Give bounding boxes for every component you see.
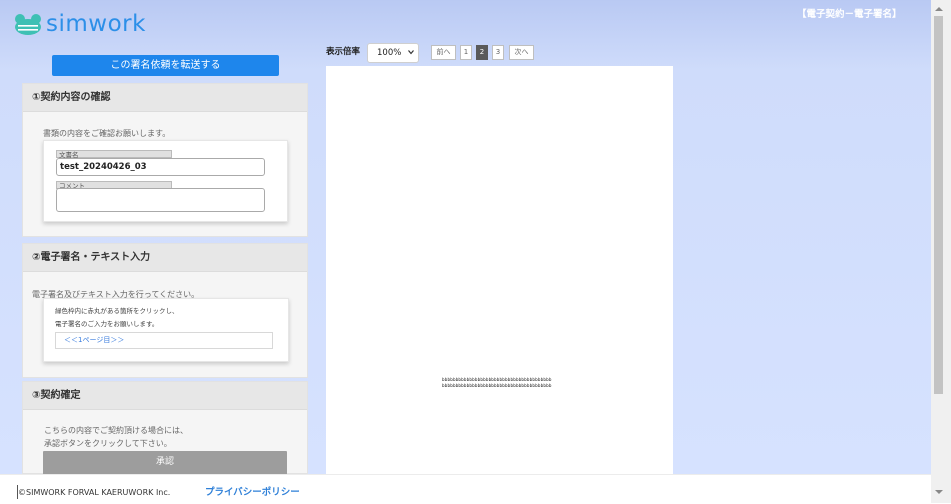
document-info-card: 文書名 test_20240426_03 コメント [43,140,288,222]
scroll-up-arrow-icon[interactable] [935,7,943,11]
forward-request-button[interactable]: この署名依頼を転送する [52,55,279,76]
document-text-line: bbbbbbbbbbbbbbbbbbbbbbbbbbbbbbbbbbbbbbbb [442,383,552,388]
approve-button[interactable]: 承認 [43,451,287,474]
page-scrollbar[interactable] [931,0,951,503]
signature-instruction-card: 緑色枠内に赤丸がある箇所をクリックし、 電子署名のご入力をお願いします。 ＜＜1… [43,298,289,362]
panel-title-finalize: ③契約確定 [23,382,307,410]
app-window: simwork 【電子契約－電子署名】 この署名依頼を転送する ①契約内容の確認… [0,0,931,474]
scroll-down-arrow-icon[interactable] [935,490,943,494]
contract-confirm-panel: ①契約内容の確認 書類の内容をご確認お願いします。 文書名 test_20240… [22,83,308,237]
panel-title-confirm: ①契約内容の確認 [23,84,307,112]
zoom-label: 表示倍率 [326,47,361,57]
finalize-description-1: こちらの内容でご契約頂ける場合には、 [44,426,188,435]
panel-title-signature: ②電子署名・テキスト入力 [23,244,307,272]
doc-name-field[interactable]: test_20240426_03 [56,158,265,176]
finalize-description-2: 承認ボタンをクリックして下さい。 [44,439,172,448]
logo: simwork [14,12,146,36]
chevron-down-icon [408,50,414,55]
next-page-button[interactable]: 次へ [509,45,534,60]
doc-name-label: 文書名 [56,150,172,159]
prev-page-button[interactable]: 前へ [431,45,456,60]
document-page[interactable]: bbbbbbbbbbbbbbbbbbbbbbbbbbbbbbbbbbbbbbbb… [326,66,673,474]
instruction-line-2: 電子署名のご入力をお願いします。 [55,320,159,328]
copyright-text: ©SIMWORK FORVAL KAERUWORK Inc. [18,488,171,497]
page-button-2[interactable]: 2 [476,45,488,60]
page-1-link[interactable]: ＜＜1ページ目＞＞ [55,332,273,349]
zoom-select[interactable]: 100% [367,43,419,63]
contract-finalize-panel: ③契約確定 こちらの内容でご契約頂ける場合には、 承認ボタンをクリックして下さい… [22,381,308,474]
footer: ©SIMWORK FORVAL KAERUWORK Inc. プライバシーポリシ… [0,474,931,504]
confirm-description: 書類の内容をご確認お願いします。 [43,129,171,138]
page-button-1[interactable]: 1 [460,45,472,60]
instruction-line-1: 緑色枠内に赤丸がある箇所をクリックし、 [55,307,179,315]
scroll-thumb[interactable] [934,16,943,394]
header-title: 【電子契約－電子署名】 [797,9,902,20]
comment-field[interactable] [56,188,265,212]
document-text-line: bbbbbbbbbbbbbbbbbbbbbbbbbbbbbbbbbbbbbbbb [442,377,552,382]
zoom-value: 100% [377,48,402,58]
privacy-policy-link[interactable]: プライバシーポリシー [205,487,300,499]
page-button-3[interactable]: 3 [492,45,504,60]
logo-text: simwork [46,11,146,37]
frog-logo-icon [15,14,41,35]
signature-input-panel: ②電子署名・テキスト入力 電子署名及びテキスト入力を行ってください。 緑色枠内に… [22,243,308,378]
